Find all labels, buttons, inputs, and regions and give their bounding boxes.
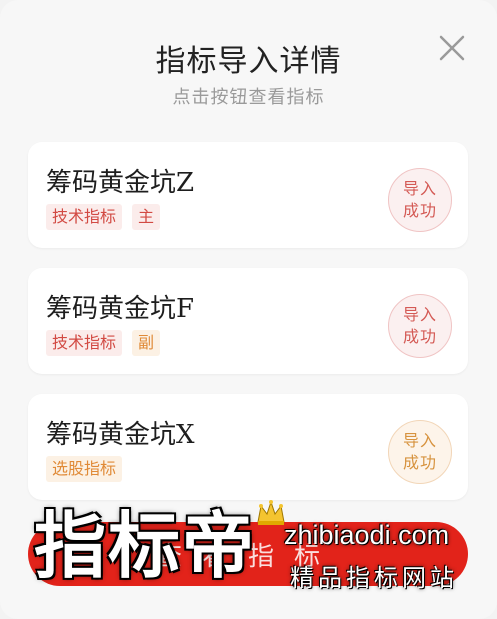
- status-badge[interactable]: 导入 成功: [388, 420, 452, 484]
- status-line2: 成功: [402, 453, 437, 472]
- dialog-subtitle: 点击按钮查看指标: [172, 87, 325, 108]
- indicator-tags: 技术指标 副: [46, 330, 161, 356]
- status-badge[interactable]: 导入 成功: [388, 294, 452, 358]
- tag-category: 技术指标: [46, 204, 123, 230]
- indicator-tags: 技术指标 主: [46, 204, 161, 230]
- tag-category: 选股指标: [46, 456, 123, 482]
- status-line1: 导入: [402, 179, 437, 198]
- indicator-name: 筹码黄金坑X: [46, 420, 195, 450]
- indicator-card[interactable]: 筹码黄金坑F 技术指标 副 导入 成功: [28, 268, 468, 374]
- indicator-card[interactable]: 筹码黄金坑X 选股指标 导入 成功: [28, 394, 468, 500]
- status-line1: 导入: [402, 305, 437, 324]
- indicator-tags: 选股指标: [46, 456, 123, 482]
- status-line1: 导入: [402, 431, 437, 450]
- status-badge[interactable]: 导入 成功: [388, 168, 452, 232]
- close-icon: [439, 35, 465, 61]
- dialog-title: 指标导入详情: [155, 44, 342, 79]
- indicator-card[interactable]: 筹码黄金坑Z 技术指标 主 导入 成功: [28, 142, 468, 248]
- status-line2: 成功: [402, 201, 437, 220]
- indicator-name: 筹码黄金坑F: [46, 294, 195, 324]
- status-line2: 成功: [402, 327, 437, 346]
- view-indicators-label: 查看指标: [155, 541, 340, 572]
- indicator-name: 筹码黄金坑Z: [46, 168, 195, 198]
- view-indicators-button[interactable]: 查看指标: [28, 522, 468, 586]
- tag-type: 副: [132, 330, 161, 356]
- tag-category: 技术指标: [46, 330, 123, 356]
- import-details-dialog: 指标导入详情 点击按钮查看指标 筹码黄金坑Z 技术指标 主 导入 成功 筹码黄金…: [0, 0, 497, 619]
- close-button[interactable]: [432, 28, 472, 68]
- tag-type: 主: [132, 204, 161, 230]
